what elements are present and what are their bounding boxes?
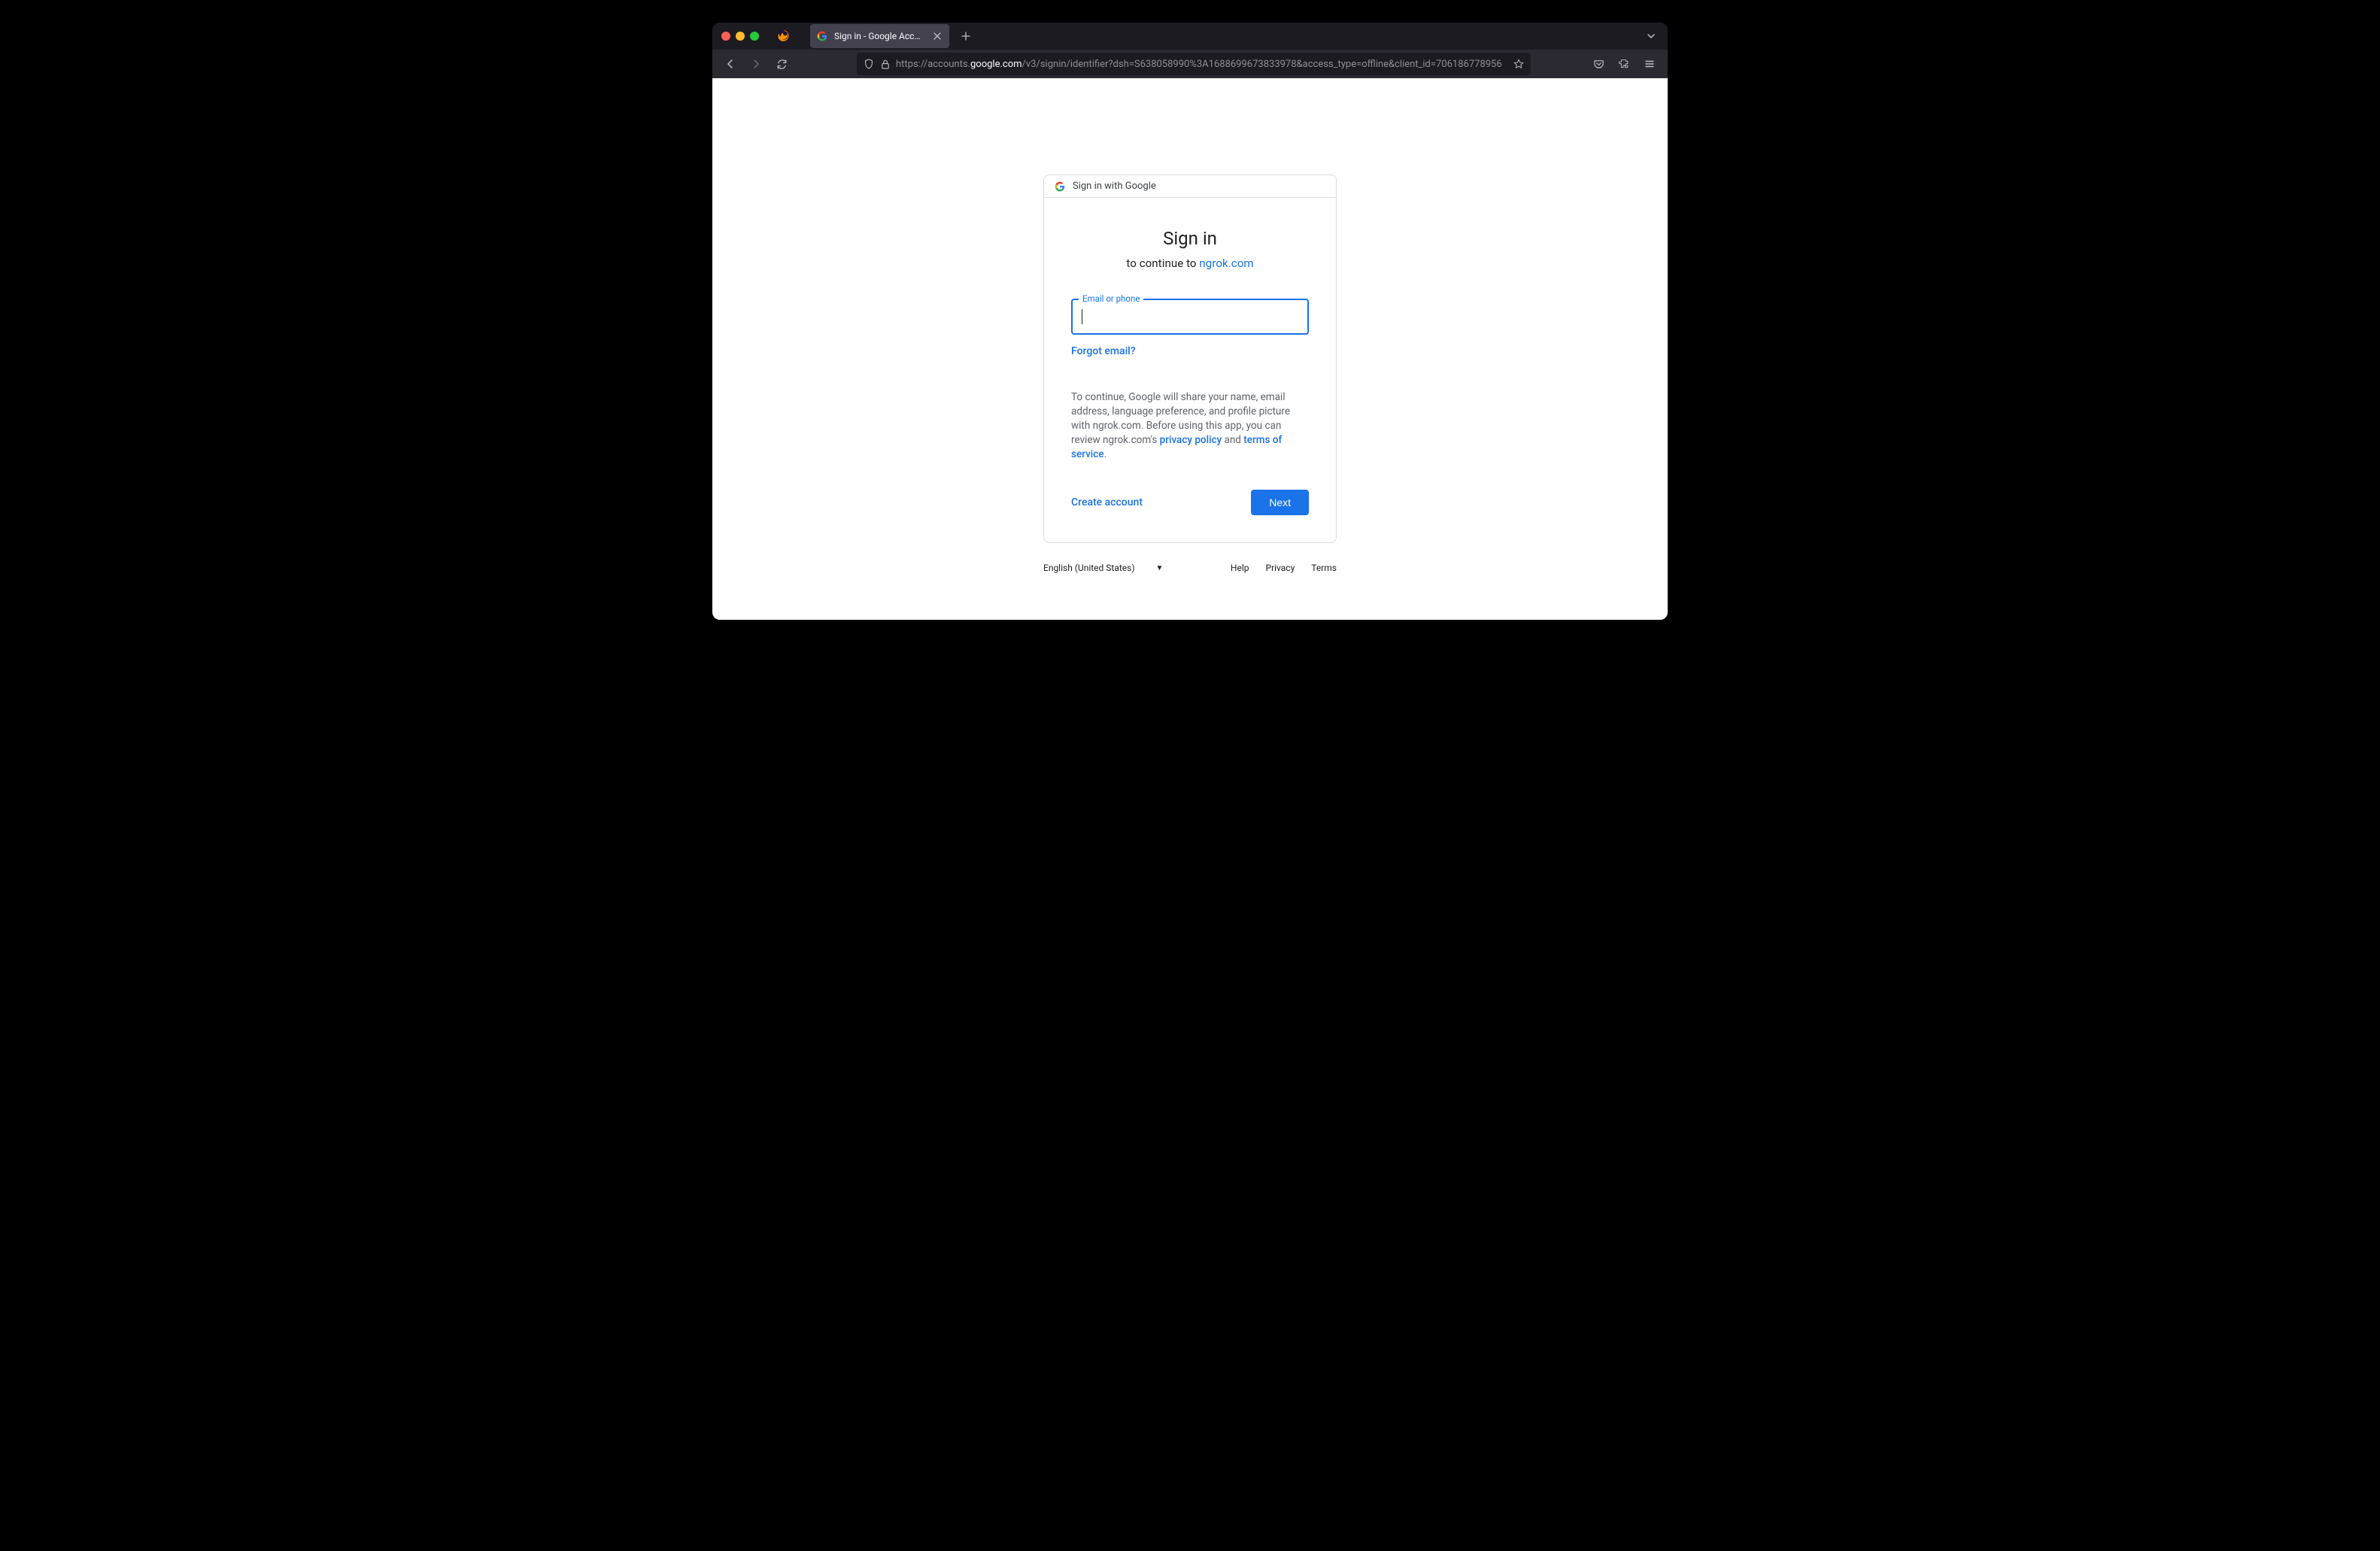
destination-link[interactable]: ngrok.com [1199,256,1253,270]
extensions-icon[interactable] [1613,53,1635,74]
card-header-text: Sign in with Google [1073,181,1156,192]
tabs-dropdown-button[interactable] [1641,26,1662,47]
shield-icon[interactable] [863,58,875,70]
signin-card: Sign in with Google Sign in to continue … [1043,175,1337,543]
terms-link[interactable]: Terms [1311,563,1337,573]
privacy-policy-link[interactable]: privacy policy [1160,434,1222,446]
firefox-icon [777,29,791,43]
chevron-down-icon: ▼ [1156,564,1164,572]
subtitle-prefix: to continue to [1126,256,1199,270]
close-tab-icon[interactable] [931,30,943,42]
pocket-icon[interactable] [1588,53,1609,74]
close-window-button[interactable] [721,32,730,41]
browser-window: Sign in - Google Accounts [712,23,1668,620]
create-account-link[interactable]: Create account [1071,496,1143,508]
google-favicon-icon [816,30,828,42]
email-input[interactable] [1071,299,1309,335]
email-input-wrap: Email or phone [1071,299,1309,335]
forgot-email-link[interactable]: Forgot email? [1071,345,1136,357]
url-bar[interactable]: https://accounts.google.com/v3/signin/id… [857,53,1531,75]
tab-title: Sign in - Google Accounts [834,31,925,41]
maximize-window-button[interactable] [750,32,759,41]
google-g-icon [1055,181,1065,192]
app-menu-button[interactable] [1639,53,1660,74]
language-selector[interactable]: English (United States) ▼ [1043,560,1163,576]
window-controls [721,32,759,41]
footer-row: English (United States) ▼ Help Privacy T… [1043,560,1337,576]
back-button[interactable] [720,53,741,74]
minimize-window-button[interactable] [736,32,745,41]
new-tab-button[interactable] [955,26,976,47]
email-input-label: Email or phone [1079,293,1143,304]
card-body: Sign in to continue to ngrok.com Email o… [1044,198,1336,542]
language-label: English (United States) [1043,563,1135,573]
signin-title: Sign in [1071,228,1309,249]
footer-links: Help Privacy Terms [1231,563,1337,573]
browser-tab[interactable]: Sign in - Google Accounts [810,24,949,48]
lock-icon[interactable] [879,58,891,70]
actions-row: Create account Next [1071,490,1309,515]
bookmark-star-icon[interactable] [1513,58,1525,70]
next-button[interactable]: Next [1251,490,1309,515]
tab-strip: Sign in - Google Accounts [712,23,1668,50]
card-header: Sign in with Google [1044,175,1336,198]
disclosure-text: To continue, Google will share your name… [1071,390,1309,461]
page-content: Sign in with Google Sign in to continue … [712,78,1668,620]
help-link[interactable]: Help [1231,563,1249,573]
reload-button[interactable] [771,53,792,74]
url-text: https://accounts.google.com/v3/signin/id… [896,59,1508,70]
toolbar: https://accounts.google.com/v3/signin/id… [712,50,1668,78]
privacy-link[interactable]: Privacy [1266,563,1295,573]
signin-subtitle: to continue to ngrok.com [1071,256,1309,270]
forward-button[interactable] [745,53,767,74]
